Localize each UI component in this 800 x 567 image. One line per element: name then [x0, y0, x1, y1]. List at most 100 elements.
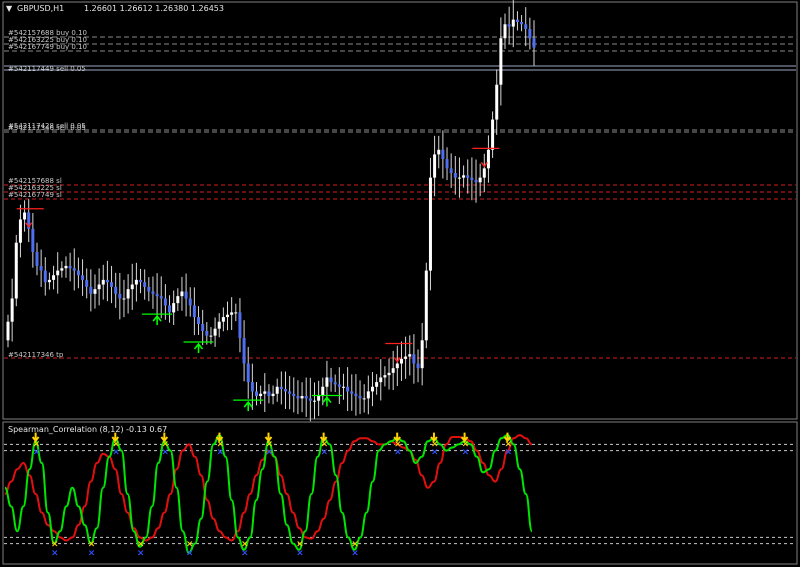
candle-body [101, 279, 105, 285]
candle-body [288, 391, 292, 394]
candle-body [97, 284, 101, 290]
candle-body [317, 396, 321, 401]
candle-body [503, 24, 507, 39]
candle-body [333, 382, 337, 385]
candle-body [507, 24, 511, 27]
trade-label: #542167749 buy 0.10 [8, 43, 87, 51]
trade-label: #542117346 sell 0.05 [8, 124, 86, 132]
candle-body [43, 270, 47, 283]
menu-arrow-icon[interactable]: ▼ [6, 4, 13, 13]
candle-body [470, 177, 474, 180]
candle-body [366, 391, 370, 399]
candle-body [226, 314, 230, 318]
candle-body [346, 386, 350, 392]
candle-body [445, 159, 449, 169]
candle-body [35, 252, 39, 266]
candle-body [300, 396, 304, 399]
candle-body [242, 337, 246, 364]
candle-body [449, 168, 453, 173]
signal-cross-icon: × [33, 447, 41, 457]
candle-body [184, 291, 188, 299]
candle-body [155, 293, 159, 297]
candle-body [321, 386, 325, 397]
candle-body [499, 38, 503, 85]
signal-cross-icon: × [351, 549, 359, 559]
candle-body [217, 321, 221, 329]
candle-body [486, 149, 490, 169]
candle-body [416, 363, 420, 369]
candle-body [23, 212, 27, 220]
candle-body [524, 24, 528, 29]
chart-window: #542157688 buy 0.10#542163225 buy 0.10#5… [0, 0, 800, 567]
candle-body [457, 177, 461, 179]
candle-body [93, 289, 97, 294]
signal-cross-icon: × [431, 447, 439, 457]
candle-body [279, 386, 283, 390]
candle-body [474, 179, 478, 183]
candle-body [47, 279, 51, 283]
candle-body [325, 377, 329, 387]
candle-body [139, 279, 143, 283]
candle-body [395, 363, 399, 369]
candle-body [491, 119, 495, 150]
candle-body [221, 317, 225, 322]
candle-body [201, 324, 205, 331]
candle-body [296, 396, 300, 399]
candle-body [147, 286, 151, 292]
candle-body [267, 391, 271, 397]
candle-body [168, 305, 172, 313]
candle-body [478, 177, 482, 183]
signal-cross-icon: × [394, 447, 402, 457]
candle-body [428, 177, 432, 271]
candle-body [292, 393, 296, 397]
candle-body [143, 282, 147, 287]
signal-cross-icon: × [112, 447, 120, 457]
candle-body [230, 312, 234, 315]
candle-body [520, 21, 524, 25]
candle-body [263, 391, 267, 394]
candle-body [85, 279, 89, 287]
candle-body [408, 354, 412, 357]
candle-body [482, 168, 486, 178]
candle-body [379, 377, 383, 383]
ohlc-readout: 1.26601 1.26612 1.26380 1.26453 [84, 4, 224, 13]
candle-body [110, 282, 114, 287]
candle-body [151, 291, 155, 294]
candle-body [375, 382, 379, 387]
candle-body [180, 291, 184, 297]
candle-body [341, 386, 345, 388]
candle-body [466, 175, 470, 178]
candle-body [420, 340, 424, 369]
candle-body [495, 84, 499, 120]
candle-body [60, 268, 64, 271]
candle-body [312, 400, 316, 402]
candle-body [188, 298, 192, 306]
candle-body [528, 28, 532, 39]
candle-body [246, 363, 250, 383]
candle-body [453, 173, 457, 178]
signal-cross-icon: × [241, 549, 249, 559]
candle-body [56, 270, 60, 276]
candle-body [433, 154, 437, 178]
candle-body [209, 335, 213, 337]
signal-cross-icon: × [504, 447, 512, 457]
chart-title: GBPUSD,H1 [17, 4, 64, 13]
signal-cross-icon: × [321, 447, 329, 457]
candle-body [197, 317, 201, 325]
candle-body [350, 391, 354, 394]
candle-body [404, 356, 408, 359]
candle-body [205, 331, 209, 336]
candle-body [126, 289, 130, 299]
candle-body [64, 265, 68, 269]
trade-label: #542117449 sell 0.05 [8, 65, 86, 73]
signal-cross-icon: × [296, 549, 304, 559]
candle-body [255, 391, 259, 397]
candle-body [31, 228, 35, 252]
candle-body [89, 286, 93, 294]
candle-body [18, 219, 22, 243]
candle-body [118, 293, 122, 299]
window-menu[interactable]: ▼ GBPUSD,H1 1.26601 1.26612 1.26380 1.26… [6, 4, 224, 13]
candle-body [515, 19, 519, 22]
candle-body [437, 149, 441, 155]
candle-body [532, 38, 536, 48]
